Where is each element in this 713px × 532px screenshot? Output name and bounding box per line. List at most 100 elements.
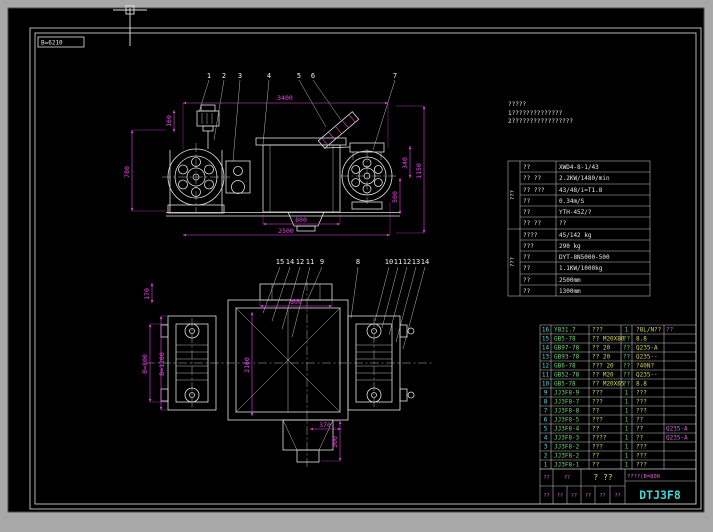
bom-cell: Q235-- (636, 372, 658, 379)
spec-value: DYT-8N5000-500 (559, 254, 610, 261)
bom-cell: ?? M20X80 (592, 336, 625, 343)
dimension-label: 170 (143, 288, 151, 300)
bom-cell: 1 (544, 462, 548, 469)
bom-cell: 1 (625, 399, 629, 406)
bom-cell: JJ3F8-8 (554, 408, 580, 415)
spec-label: ?? (523, 254, 531, 261)
bom-cell: JJ3F8-2 (554, 453, 580, 460)
bom-cell: 12 (542, 363, 550, 370)
cad-window: B=6210 1 2 3 4 5 6 7 3400 160 780 1150 3… (0, 0, 713, 532)
part-balloon: 7 (393, 72, 397, 80)
dimension-label: 800 (295, 216, 307, 224)
title-cell: ?? (571, 493, 577, 499)
bom-cell: 1 (625, 390, 629, 397)
bom-cell: ?? 20 (592, 354, 610, 361)
bom-cell: ??? (636, 444, 647, 451)
bom-cell: 1 (625, 453, 629, 460)
bom-cell: ??? (636, 390, 647, 397)
spec-label: ?? (523, 288, 531, 295)
bom-row: 11 GB52-78 ?? M20 ?? Q235-- (542, 372, 658, 379)
drawing-surface: B=6210 1 2 3 4 5 6 7 3400 160 780 1150 3… (0, 0, 713, 532)
spec-label: ???? (523, 232, 538, 239)
spec-value: XWD4-8-1/43 (559, 164, 599, 171)
bom-cell: ?? (636, 417, 644, 424)
spec-label: ?? (523, 265, 531, 272)
bom-cell: Q235-- (636, 354, 658, 361)
bom-cell: Q235-A (666, 426, 688, 433)
bom-cell: GB5-78 (554, 336, 576, 343)
part-balloon: 6 (311, 72, 315, 80)
spec-value: 2500mm (559, 277, 581, 284)
bom-cell: ?? (592, 426, 600, 433)
bom-cell: ?? (623, 345, 631, 352)
title-cell: ?? (614, 493, 620, 499)
bom-cell: ?? (623, 381, 631, 388)
bom-cell: 1 (625, 444, 629, 451)
bom-cell: 3 (544, 444, 548, 451)
bom-cell: ?? (666, 327, 674, 334)
bom-cell: ?? (623, 336, 631, 343)
title-cell: ?? (564, 475, 570, 481)
spec-group-label: ??? (510, 190, 516, 200)
bom-cell: ?? (636, 426, 644, 433)
part-balloon: 8 (356, 258, 360, 266)
part-balloon: 12 (403, 258, 411, 266)
part-balloon: 11 (394, 258, 402, 266)
bom-cell: 1 (625, 327, 629, 334)
bom-cell: GB52-78 (554, 372, 580, 379)
spec-value: 0.34m/S (559, 198, 585, 205)
part-balloon: 4 (267, 72, 271, 80)
spec-value: YTH-45Z/? (559, 209, 592, 216)
spec-value: 2.2KW/1480/min (559, 175, 610, 182)
spec-label: ?? (523, 209, 531, 216)
dimension-label: 1150 (415, 163, 423, 179)
bom-cell: ??? (636, 408, 647, 415)
spec-group-label: ??? (510, 257, 516, 267)
title-cell: ?? (543, 493, 549, 499)
bom-cell: 1 (625, 426, 629, 433)
spec-label: ?? (523, 198, 531, 205)
part-balloon: 12 (296, 258, 304, 266)
bom-cell: 8.8 (636, 381, 647, 388)
bom-cell: ?? (623, 354, 631, 361)
drawing-number: DTJ3F8 (639, 488, 681, 502)
part-balloon: 1 (207, 72, 211, 80)
bom-cell: JJ3F8-1 (554, 462, 580, 469)
bom-cell: ??? (592, 399, 603, 406)
bom-cell: ??? (592, 444, 603, 451)
spec-value: 43/48/i=T1.8 (559, 187, 603, 194)
dimension-label: 500 (391, 191, 399, 203)
bom-cell: 1 (625, 417, 629, 424)
spec-value: 1300mm (559, 288, 581, 295)
bom-cell: ??? (636, 462, 647, 469)
bom-cell: JJ3F8-3 (554, 435, 580, 442)
part-balloon: 10 (385, 258, 393, 266)
bom-cell: GB5-78 (554, 381, 576, 388)
bom-cell: 15 (542, 336, 550, 343)
bom-cell: ??? 20 (592, 363, 614, 370)
bom-row: 13 GB93-78 ?? 20 ?? Q235-- (542, 354, 658, 361)
bom-cell: ?? (636, 435, 644, 442)
part-balloon: 9 (320, 258, 324, 266)
dimension-label: B=1300 (158, 352, 166, 376)
bom-cell: ??? (592, 417, 603, 424)
bom-row: 14 GB97-78 ?? 20 ?? Q235-A (542, 345, 658, 352)
title-cell: ?? (543, 475, 549, 481)
bom-cell: ???? (592, 435, 607, 442)
part-balloon: 13 (412, 258, 420, 266)
bom-cell: GB97-78 (554, 345, 580, 352)
title-cell: ?? (557, 493, 563, 499)
bom-cell: ?? (592, 462, 600, 469)
dimension-label: 340 (401, 157, 409, 169)
bom-cell: 6 (544, 417, 548, 424)
bom-cell: ?? 20 (592, 345, 610, 352)
spec-value: 1.1KW/1000kg (559, 265, 603, 272)
bom-cell: 4 (544, 435, 548, 442)
bom-cell: JJ3F8-7 (554, 399, 580, 406)
bom-cell: 8 (544, 399, 548, 406)
spec-value: 290 kg (559, 243, 581, 250)
note-line: 1?????????????? (508, 110, 563, 117)
title-approval-label: ? ?? (593, 473, 612, 482)
bom-cell: JJ3F8-4 (554, 426, 580, 433)
spec-label: ?? (523, 164, 531, 171)
